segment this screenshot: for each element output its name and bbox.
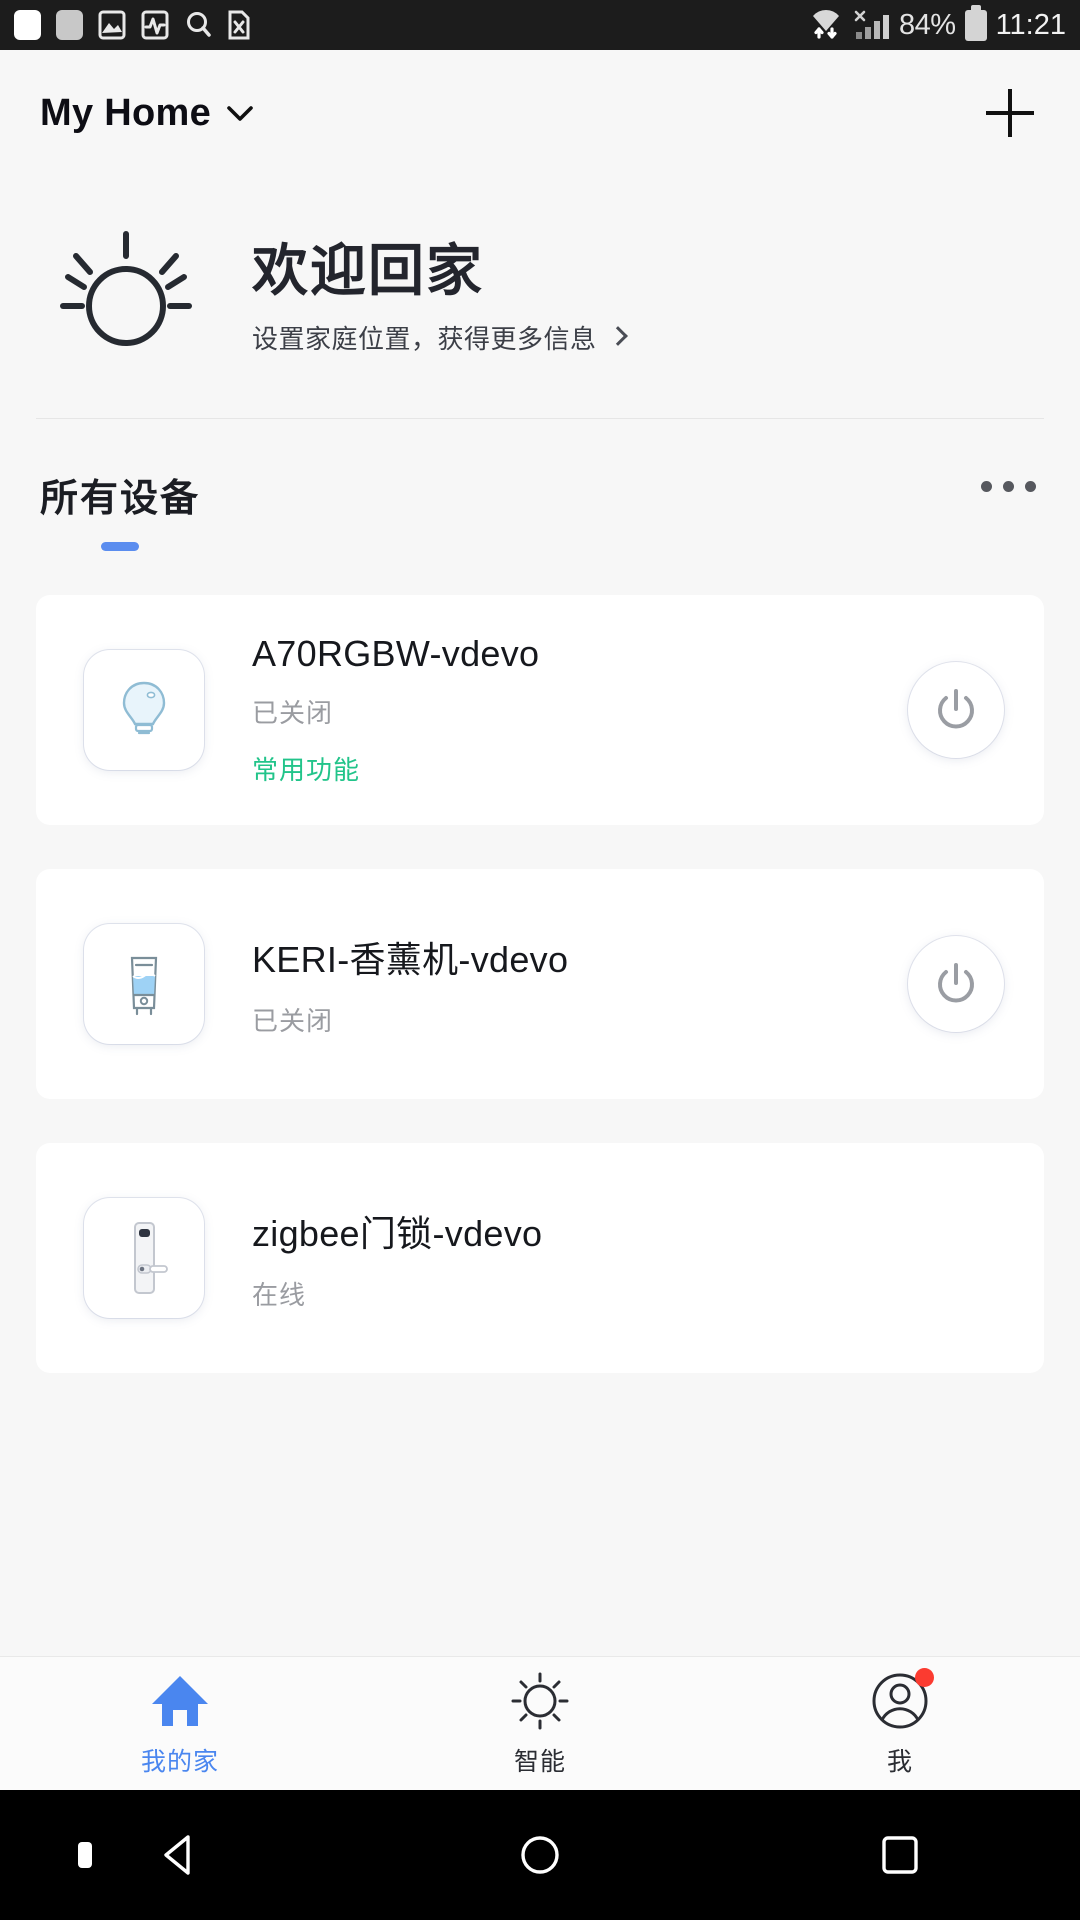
device-info: A70RGBW-vdevo 已关闭 常用功能 [252,633,908,787]
more-horizontal-icon [1025,481,1036,492]
battery-full-icon [964,4,987,41]
nav-tab-smart-label: 智能 [513,1747,566,1776]
nav-tab-my-home[interactable]: 我的家 [0,1670,360,1778]
welcome-subtitle: 设置家庭位置，获得更多信息 [252,323,597,354]
sun-smart-icon [511,1672,569,1729]
tab-all-devices[interactable]: 所有设备 [40,467,200,551]
device-status: 已关闭 [252,698,334,728]
more-horizontal-icon [1003,481,1014,492]
pulse-icon [141,10,169,40]
android-back-button[interactable] [0,1829,360,1881]
set-home-location-link[interactable]: 设置家庭位置，获得更多信息 [252,319,628,356]
tab-all-devices-label: 所有设备 [40,478,201,520]
more-horizontal-icon [981,481,992,492]
device-card[interactable]: zigbee门锁-vdevo 在线 [36,1143,1044,1373]
light-bulb-icon [122,681,166,735]
status-bar-notification-icons [14,9,251,41]
device-name: zigbee门锁-vdevo [252,1212,543,1254]
door-lock-icon [134,1222,168,1294]
app-header: My Home [0,50,1080,176]
device-card[interactable]: KERI-香薰机-vdevo 已关闭 [36,869,1044,1099]
aroma-diffuser-icon [130,956,158,1016]
device-card[interactable]: A70RGBW-vdevo 已关闭 常用功能 [36,595,1044,825]
device-icon-wrapper [84,650,204,770]
nav-tab-me-label: 我 [886,1747,913,1776]
page-title: My Home [40,91,212,134]
chevron-right-icon [607,326,628,347]
home-selector[interactable]: My Home [40,92,255,135]
power-toggle-button[interactable] [908,662,1004,758]
white-rounded-square-icon [14,10,41,40]
tab-active-indicator [101,542,139,551]
square-recents-icon [882,1836,918,1874]
bottom-navigation: 我的家 智能 我 [0,1656,1080,1790]
nav-indicator-dot [78,1842,92,1868]
status-badge [915,1667,934,1687]
wifi-transfer-icon [813,9,840,39]
welcome-section: 欢迎回家 设置家庭位置，获得更多信息 [0,176,1080,418]
welcome-text-block: 欢迎回家 设置家庭位置，获得更多信息 [252,239,628,356]
device-extra-link[interactable]: 常用功能 [252,750,908,787]
device-tab-row: 所有设备 [0,419,1080,551]
home-icon [152,1675,208,1726]
search-icon [187,12,211,37]
sun-icon [60,231,192,346]
add-device-button[interactable] [980,83,1040,143]
power-toggle-button[interactable] [908,936,1004,1032]
status-bar: 84% 11:21 [0,0,1080,50]
circle-home-icon [521,1836,559,1874]
device-list: A70RGBW-vdevo 已关闭 常用功能 KERI-香薰机-vdevo 已关… [0,551,1080,1373]
triangle-back-icon [164,1835,190,1875]
welcome-title: 欢迎回家 [252,239,484,303]
android-home-button[interactable] [360,1829,720,1881]
device-info: zigbee门锁-vdevo 在线 [252,1205,1004,1312]
nav-tab-me[interactable]: 我 [720,1667,1080,1778]
android-navigation-bar [0,1790,1080,1920]
device-status: 已关闭 [252,1005,334,1036]
grey-rounded-square-icon [56,10,83,40]
device-icon-wrapper [84,924,204,1044]
image-icon [98,10,126,40]
battery-percent-label: 84% [899,8,956,41]
device-name: KERI-香薰机-vdevo [252,938,569,980]
cellular-signal-no-sim-icon [854,10,890,39]
clock-label: 11:21 [995,8,1066,41]
device-info: KERI-香薰机-vdevo 已关闭 [252,931,908,1038]
file-x-icon [228,10,250,40]
more-options-button[interactable] [981,467,1036,492]
power-icon [938,689,974,729]
android-recents-button[interactable] [720,1829,1080,1881]
nav-tab-smart[interactable]: 智能 [360,1670,720,1778]
device-status: 在线 [252,1279,307,1310]
device-icon-wrapper [84,1198,204,1318]
chevron-down-icon [227,106,253,121]
device-name: A70RGBW-vdevo [252,633,540,674]
status-bar-system-icons: 84% 11:21 [809,4,1066,43]
power-icon [938,963,974,1003]
nav-tab-my-home-label: 我的家 [140,1747,219,1776]
